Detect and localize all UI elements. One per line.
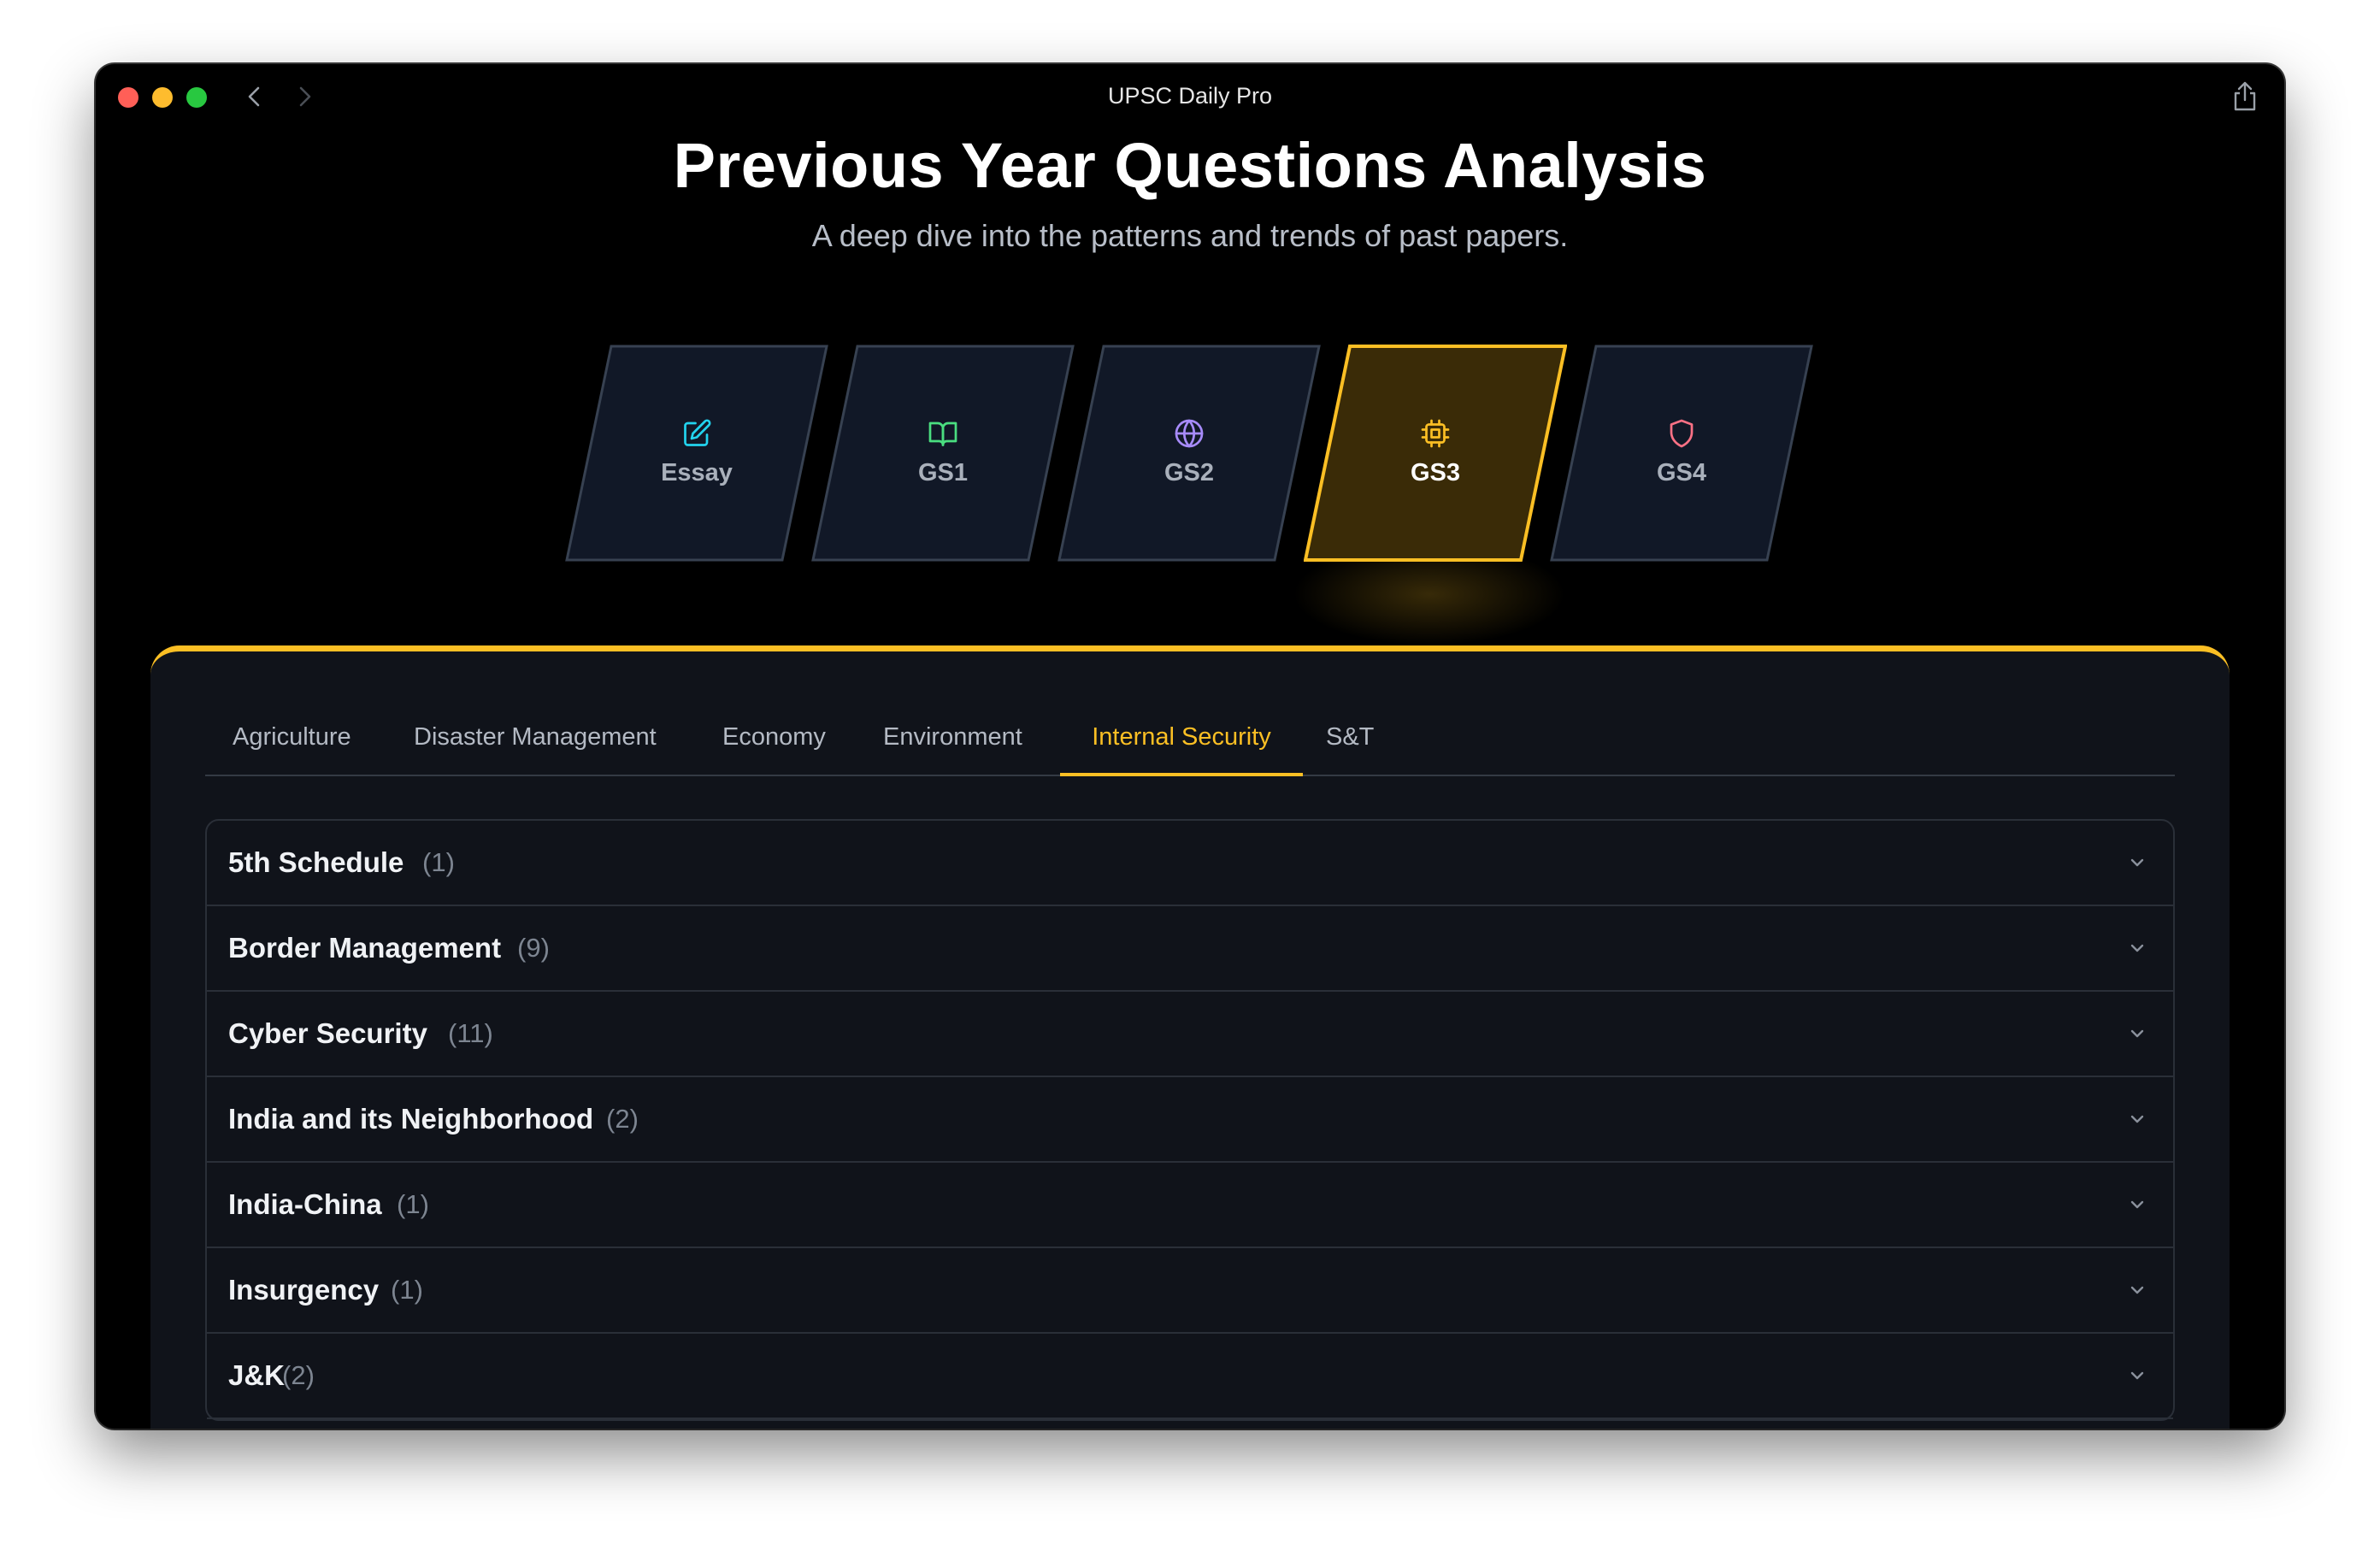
topic-title: J&K [228,1359,286,1391]
chip-icon [1421,419,1450,448]
paper-card-label: Essay [661,459,733,486]
title-bar: UPSC Daily Pro [96,64,2284,138]
page-subtitle: A deep dive into the patterns and trends… [811,218,1569,253]
chevron-down-icon [2130,1115,2144,1123]
paper-card-label: GS2 [1163,459,1215,486]
topic-title: Cyber Security [228,1017,427,1049]
topic-count: (11) [448,1018,493,1048]
topic-title: India and its Neighborhood [228,1103,594,1135]
topic-row-insurgency[interactable]: Insurgency (1) [207,1248,2173,1334]
topic-count: (1) [397,1189,429,1219]
topic-title: 5th Schedule [228,846,404,878]
topic-accordion: 5th Schedule (1) Border Management (9) C… [205,819,2175,1421]
tab-internal-security[interactable]: Internal Security [1060,699,1303,776]
app-window: UPSC Daily Pro Previous Year Questions A… [96,64,2284,1429]
topic-count: (2) [606,1104,639,1134]
pencil-square-icon [684,419,711,446]
topic-row-india-china[interactable]: India-China (1) [207,1163,2173,1248]
chevron-down-icon [2130,944,2144,952]
book-open-icon [928,421,957,446]
paper-card-gs3[interactable]: GS3 [1304,345,1567,562]
topic-count: (2) [282,1360,315,1390]
paper-card-essay[interactable]: Essay [565,345,828,562]
tab-environment[interactable]: Environment [883,699,1022,775]
page-title: Previous Year Questions Analysis [673,130,1707,201]
topic-title: India-China [228,1188,382,1220]
chevron-down-icon [2130,1200,2144,1209]
share-icon[interactable] [2230,80,2260,114]
topic-title: Border Management [228,932,502,964]
chevron-down-icon [2130,858,2144,867]
chevron-down-icon [2130,1286,2144,1294]
paper-card-label: GS3 [1410,459,1461,486]
chevron-down-icon [2130,1371,2144,1380]
subject-tabs: Agriculture Disaster Management Economy … [205,699,2175,776]
topics-panel: Agriculture Disaster Management Economy … [150,645,2230,1429]
paper-card-gs2[interactable]: GS2 [1057,345,1321,562]
chevron-down-icon [2130,1029,2144,1038]
paper-card-label: GS1 [917,459,969,486]
topic-row-india-and-its-neighborhood[interactable]: India and its Neighborhood (2) [207,1077,2173,1163]
paper-card-gs1[interactable]: GS1 [811,345,1075,562]
window-title: UPSC Daily Pro [1107,83,1273,109]
shield-icon [1670,419,1694,448]
topic-row-border-management[interactable]: Border Management (9) [207,906,2173,992]
tab-economy[interactable]: Economy [722,699,826,775]
globe-icon [1175,419,1204,448]
tab-disaster-management[interactable]: Disaster Management [414,699,657,775]
topic-row-5th-schedule[interactable]: 5th Schedule (1) [207,821,2173,906]
tab-s-and-t[interactable]: S&T [1326,699,1374,775]
topic-count: (1) [422,847,455,877]
paper-card-label: GS4 [1656,459,1707,486]
topic-row-cyber-security[interactable]: Cyber Security (11) [207,992,2173,1077]
topic-count: (9) [517,933,550,963]
tab-agriculture[interactable]: Agriculture [233,699,351,775]
paper-card-gs4[interactable]: GS4 [1550,345,1813,562]
topic-count: (1) [391,1275,423,1305]
topic-row-j-and-k[interactable]: J&K (2) [207,1334,2173,1419]
topic-title: Insurgency [228,1274,380,1306]
